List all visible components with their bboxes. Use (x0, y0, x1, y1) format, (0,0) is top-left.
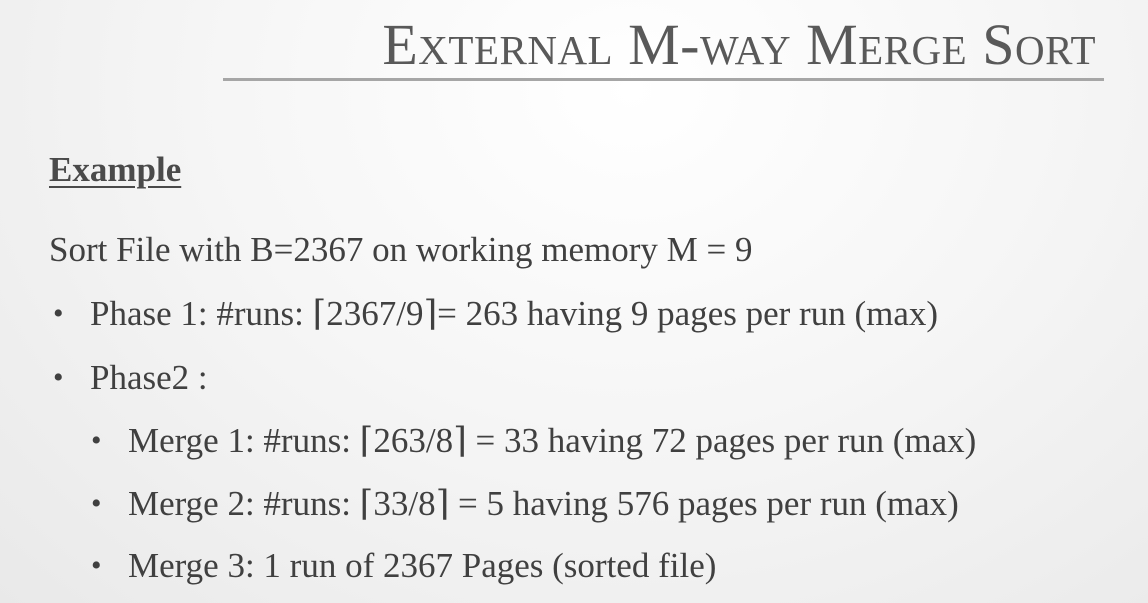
bullet-icon: • (53, 297, 64, 330)
list-item-phase-2: Phase2 : (90, 358, 208, 397)
title-underline-rule (223, 78, 1104, 81)
slide-title-text: External M-way Merge Sort (382, 12, 1096, 77)
bullet-icon: • (91, 487, 102, 520)
list-item-phase-1: Phase 1: #runs: ⌈2367/9⌉= 263 having 9 p… (90, 294, 939, 333)
bullet-icon: • (91, 424, 102, 457)
list-item-merge-3: Merge 3: 1 run of 2367 Pages (sorted fil… (128, 546, 717, 585)
list-item-merge-1: Merge 1: #runs: ⌈263/8⌉ = 33 having 72 p… (128, 421, 977, 460)
section-heading-example: Example (49, 150, 182, 189)
bullet-icon: • (91, 549, 102, 582)
slide: External M-way Merge Sort Example Sort F… (0, 0, 1148, 603)
intro-text: Sort File with B=2367 on working memory … (49, 230, 753, 269)
list-item-merge-2: Merge 2: #runs: ⌈33/8⌉ = 5 having 576 pa… (128, 484, 959, 523)
bullet-icon: • (53, 361, 64, 394)
slide-title: External M-way Merge Sort (382, 10, 1096, 80)
